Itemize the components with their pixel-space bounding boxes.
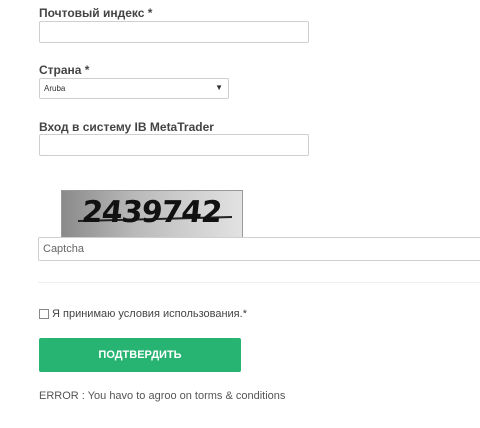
terms-checkbox[interactable] (39, 309, 49, 319)
country-selected-value: Aruba (44, 84, 66, 93)
postal-code-input[interactable] (39, 21, 309, 43)
captcha-input[interactable]: Captcha (38, 237, 480, 261)
terms-label: Я принимаю условия использования.* (52, 308, 247, 320)
country-label: Страна * (39, 63, 90, 77)
error-message: ERROR : You havo to agroo on torms & con… (39, 390, 286, 402)
login-input[interactable] (39, 134, 309, 156)
submit-button[interactable]: ПОДТВЕРДИТЬ (39, 338, 241, 372)
chevron-down-icon: ▼ (215, 83, 223, 92)
captcha-placeholder: Captcha (43, 243, 84, 255)
postal-code-label: Почтовый индекс * (39, 6, 153, 20)
captcha-text: 2439742 (80, 195, 223, 230)
country-select[interactable]: Aruba ▼ (39, 78, 229, 99)
login-label: Вход в систему IB MetaTrader (39, 120, 214, 134)
captcha-image: 2439742 (61, 190, 243, 238)
divider (38, 282, 480, 283)
